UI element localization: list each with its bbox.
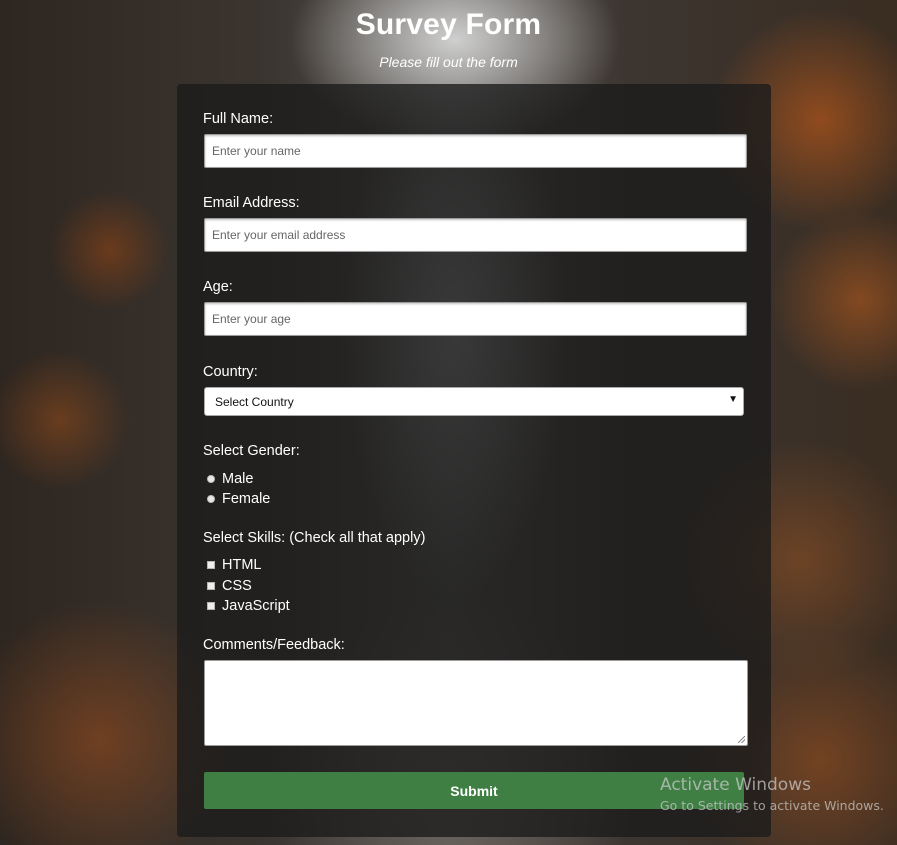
checkbox-label-css: CSS <box>222 578 252 594</box>
checkbox-option-html[interactable]: HTML <box>207 556 261 574</box>
checkbox-label-html: HTML <box>222 557 262 573</box>
name-label: Full Name: <box>203 111 274 127</box>
radio-label-male: Male <box>222 471 254 487</box>
radio-label-female: Female <box>222 491 271 507</box>
radio-option-female[interactable]: Female <box>207 490 270 508</box>
watermark-title: Activate Windows <box>660 775 811 795</box>
radio-option-male[interactable]: Male <box>207 470 253 488</box>
skills-label: Select Skills: (Check all that apply) <box>203 530 426 546</box>
name-input[interactable] <box>204 134 747 168</box>
email-input[interactable] <box>204 218 747 252</box>
country-select[interactable]: Select Country ▼ <box>204 387 744 416</box>
checkbox[interactable] <box>207 602 215 610</box>
activate-windows-watermark: Activate Windows Go to Settings to activ… <box>660 774 884 816</box>
dropdown-triangle-icon: ▼ <box>728 394 738 405</box>
age-label: Age: <box>203 279 233 295</box>
checkbox-option-css[interactable]: CSS <box>207 577 252 595</box>
comments-textarea[interactable] <box>204 660 748 746</box>
checkbox-label-javascript: JavaScript <box>222 598 290 614</box>
checkbox-option-javascript[interactable]: JavaScript <box>207 597 290 615</box>
checkbox[interactable] <box>207 582 215 590</box>
email-label: Email Address: <box>203 195 300 211</box>
country-select-value: Select Country <box>215 395 294 409</box>
page-header: Survey Form Please fill out the form <box>0 0 897 71</box>
age-input[interactable] <box>204 302 747 336</box>
comments-label: Comments/Feedback: <box>203 637 345 653</box>
page-title: Survey Form <box>355 8 542 41</box>
survey-form: Full Name: Email Address: Age: Country: … <box>177 84 771 837</box>
page-description: Please fill out the form <box>379 54 518 70</box>
radio-button[interactable] <box>207 475 215 483</box>
gender-label: Select Gender: <box>203 443 300 459</box>
resize-grip-icon[interactable] <box>738 736 745 743</box>
watermark-subtitle: Go to Settings to activate Windows. <box>660 798 884 813</box>
checkbox[interactable] <box>207 561 215 569</box>
country-label: Country: <box>203 364 258 380</box>
radio-button[interactable] <box>207 495 215 503</box>
